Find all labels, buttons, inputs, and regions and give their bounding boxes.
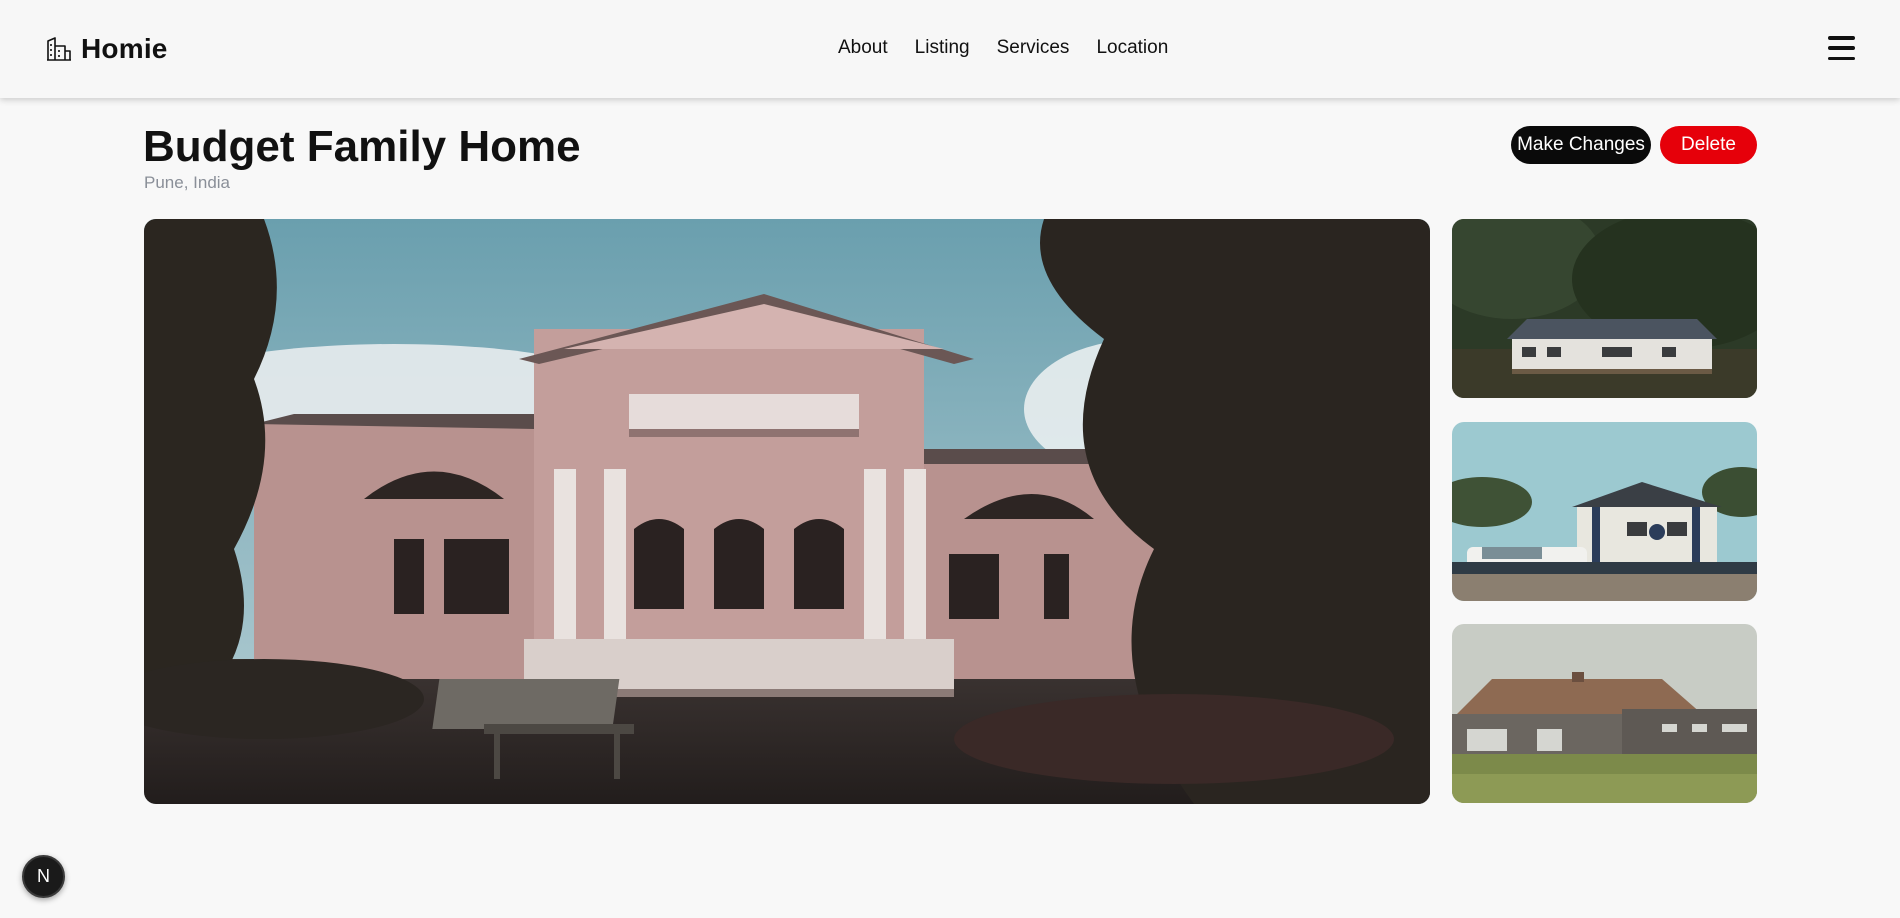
make-changes-button[interactable]: Make Changes (1511, 126, 1651, 164)
brown-roof-house-image (1452, 624, 1757, 803)
menu-bar (1828, 36, 1855, 40)
dev-tools-badge[interactable]: N (22, 855, 65, 898)
nav-location[interactable]: Location (1096, 36, 1168, 60)
listing-title: Budget Family Home (143, 122, 581, 171)
mansion-image (144, 219, 1430, 804)
brand-link[interactable]: Homie (45, 32, 168, 66)
nav-about[interactable]: About (838, 36, 888, 60)
nav-listing[interactable]: Listing (915, 36, 970, 60)
main-photo[interactable] (144, 219, 1430, 804)
thumbnail-2[interactable] (1452, 422, 1757, 601)
nav-services[interactable]: Services (997, 36, 1070, 60)
hamburger-menu-icon[interactable] (1828, 36, 1855, 60)
building-icon (47, 37, 71, 61)
listing-location: Pune, India (144, 173, 231, 192)
menu-bar (1828, 46, 1855, 50)
menu-bar (1828, 56, 1855, 60)
delete-button[interactable]: Delete (1660, 126, 1757, 164)
thumbnail-1[interactable] (1452, 219, 1757, 398)
main-nav: About Listing Services Location (838, 36, 1168, 60)
dev-badge-label: N (37, 866, 50, 886)
forest-house-image (1452, 219, 1757, 398)
thumbnail-3[interactable] (1452, 624, 1757, 803)
brand-name: Homie (81, 33, 168, 64)
truck-house-image (1452, 422, 1757, 601)
site-header: Homie About Listing Services Location (0, 0, 1900, 98)
